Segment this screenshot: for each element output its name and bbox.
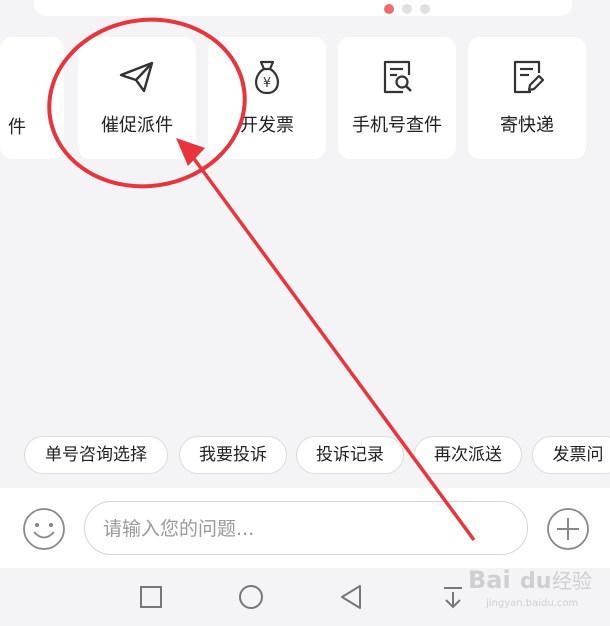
service-card-send-express[interactable]: 寄快递 — [468, 37, 586, 159]
quick-reply-chip[interactable]: 单号咨询选择 — [24, 436, 168, 474]
service-label: 件 — [8, 117, 26, 138]
quick-reply-chip[interactable]: 发票问 — [532, 436, 610, 474]
emoji-icon[interactable] — [22, 507, 66, 551]
document-search-icon — [383, 60, 412, 94]
quick-reply-chip[interactable]: 再次派送 — [414, 436, 522, 474]
plus-icon[interactable] — [546, 507, 590, 551]
money-bag-icon: ¥ — [255, 60, 279, 95]
chat-input-bar: 请输入您的问题... — [0, 488, 610, 568]
service-label: 催促派件 — [101, 115, 173, 136]
carousel-dot[interactable] — [402, 4, 412, 14]
baidu-jingyan-watermark: Bai du 经验 jingyan.baidu.com — [468, 566, 592, 609]
recent-apps-square-icon[interactable] — [136, 582, 166, 612]
svg-text:¥: ¥ — [263, 76, 271, 91]
service-card-partial[interactable]: 件 — [0, 37, 64, 159]
service-label: 寄快递 — [500, 115, 554, 136]
home-circle-icon[interactable] — [236, 582, 266, 612]
service-card-urge-delivery[interactable]: 催促派件 — [78, 37, 196, 159]
carousel-dots — [384, 4, 430, 14]
carousel-dot-active[interactable] — [384, 4, 394, 14]
quick-reply-chip[interactable]: 投诉记录 — [296, 436, 404, 474]
watermark-brand: Bai — [468, 566, 511, 594]
service-label: 开发票 — [240, 115, 294, 136]
carousel-dot[interactable] — [420, 4, 430, 14]
watermark-cn: 经验 — [552, 569, 592, 593]
paper-plane-icon — [119, 61, 154, 93]
question-input[interactable]: 请输入您的问题... — [84, 501, 528, 555]
quick-reply-chip[interactable]: 我要投诉 — [179, 436, 287, 474]
watermark-url: jingyan.baidu.com — [485, 598, 578, 609]
service-card-phone-lookup[interactable]: 手机号查件 — [338, 37, 456, 159]
document-edit-icon — [513, 60, 545, 94]
watermark-brand-suffix: du — [520, 569, 551, 594]
back-triangle-icon[interactable] — [336, 582, 366, 612]
service-card-invoice[interactable]: ¥ 开发票 — [208, 37, 326, 159]
pointer-arrow-shaft — [190, 154, 476, 542]
service-label: 手机号查件 — [352, 115, 442, 136]
banner-card — [34, 0, 572, 16]
